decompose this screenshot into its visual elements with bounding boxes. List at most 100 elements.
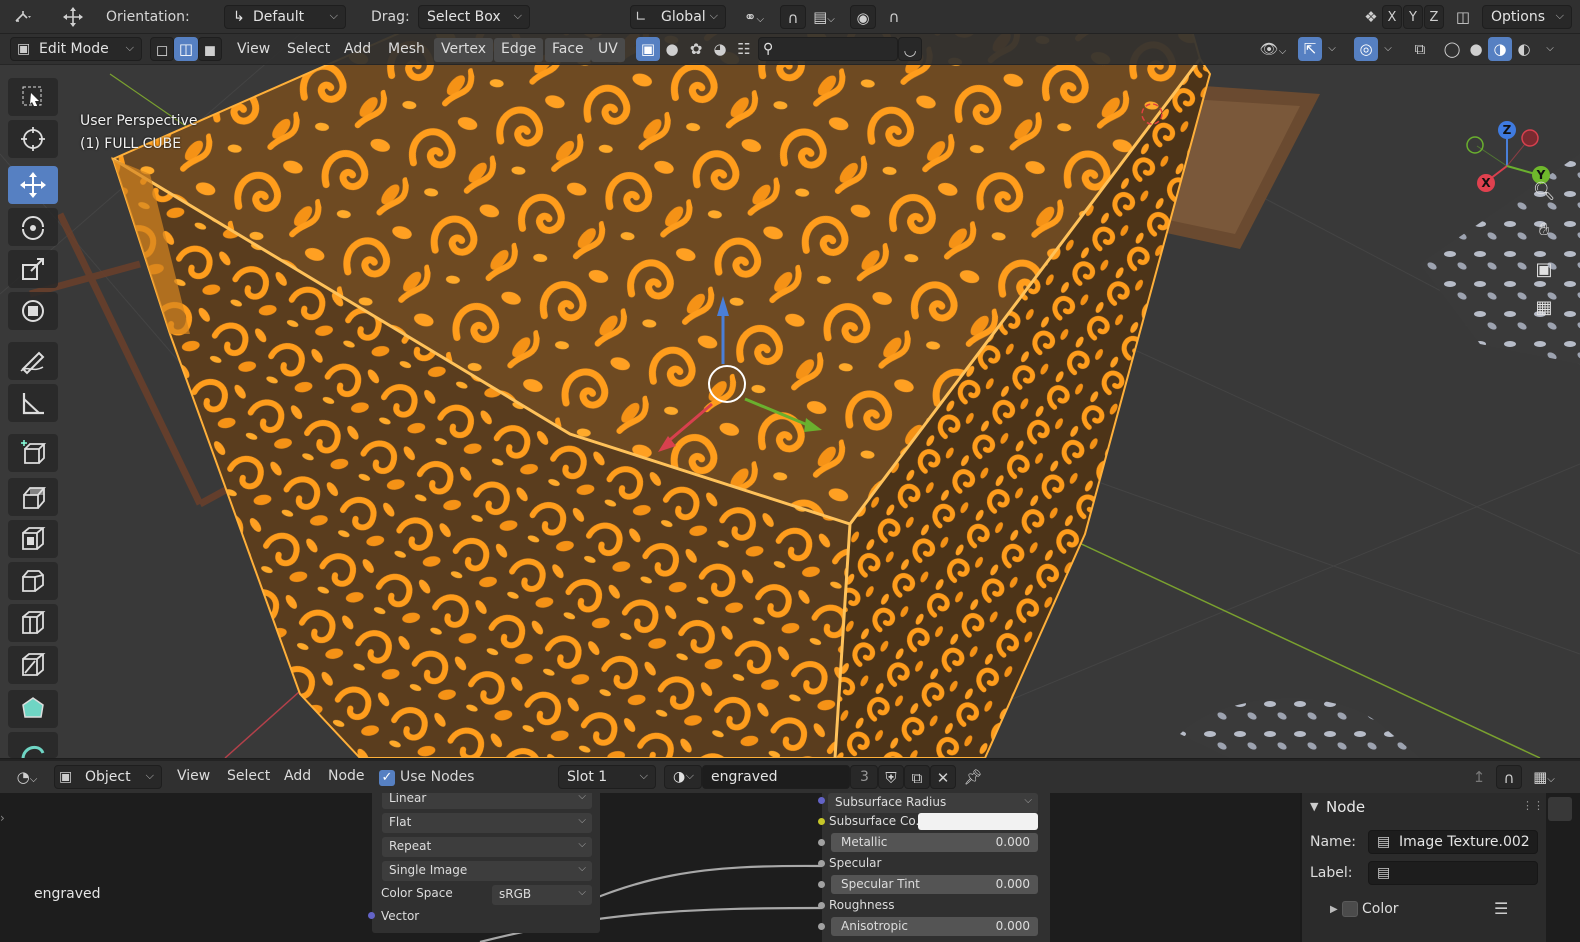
color-checkbox[interactable] bbox=[1342, 901, 1358, 917]
fake-user-shield-icon[interactable]: ⛨ bbox=[878, 765, 904, 789]
extension-dropdown[interactable]: Repeat ⌵ bbox=[382, 837, 592, 857]
zoom-icon[interactable]: 🔍︎ bbox=[1528, 176, 1560, 208]
vertex-select-icon[interactable]: ◻ bbox=[150, 37, 174, 61]
source-dropdown[interactable]: Single Image ⌵ bbox=[382, 861, 592, 881]
transform-tool[interactable] bbox=[8, 292, 58, 330]
menu-mesh[interactable]: Mesh bbox=[381, 38, 432, 62]
viewport-search-field[interactable]: ⚲ bbox=[758, 37, 898, 61]
3d-viewport[interactable]: User Perspective (1) FULL CUBE Z X Y 🔍︎ … bbox=[0, 34, 1580, 758]
chevron-down-icon[interactable]: ⌵ bbox=[1540, 37, 1560, 61]
drag-dropdown[interactable]: Select Box ⌵ bbox=[418, 5, 530, 29]
menu-select[interactable]: Select bbox=[280, 38, 337, 62]
poly-build-tool[interactable] bbox=[8, 690, 58, 728]
sidebar-arrow-icon[interactable]: › bbox=[0, 811, 5, 825]
subsurface-color-swatch[interactable] bbox=[918, 813, 1038, 830]
use-nodes-checkbox[interactable]: ✓ bbox=[379, 770, 395, 786]
move-tool[interactable] bbox=[8, 166, 58, 204]
measure-tool[interactable] bbox=[8, 384, 58, 422]
editor-type-icon[interactable]: ◔⌵ bbox=[8, 765, 46, 789]
ne-menu-add[interactable]: Add bbox=[277, 765, 318, 789]
ne-snap-icon[interactable]: ∩ bbox=[1496, 765, 1522, 789]
editor-type-icon[interactable] bbox=[10, 5, 36, 29]
texture-icon[interactable]: ✿ bbox=[684, 37, 708, 61]
spin-tool[interactable] bbox=[8, 732, 58, 758]
metallic-socket[interactable] bbox=[818, 839, 825, 846]
color-expand-icon[interactable]: ▶ bbox=[1330, 904, 1338, 915]
panel-collapse-icon[interactable]: ▼ bbox=[1310, 800, 1318, 813]
subsurface-method-dropdown[interactable]: Subsurface Radius ⌵ bbox=[828, 793, 1038, 813]
gizmo-toggle-icon[interactable]: ⇱ bbox=[1298, 37, 1322, 61]
camera-view-icon[interactable]: ▣ bbox=[1528, 254, 1560, 286]
rendered-shading-icon[interactable]: ◐ bbox=[1512, 37, 1536, 61]
xray-icon[interactable]: ⧉ bbox=[1408, 37, 1432, 61]
ne-snap-element-icon[interactable]: ▦⌵ bbox=[1526, 765, 1562, 789]
face-select-icon[interactable]: ◼ bbox=[198, 37, 222, 61]
anisotropic-socket[interactable] bbox=[818, 923, 825, 930]
shader-type-dropdown[interactable]: ▣ Object ⌵ bbox=[54, 765, 162, 789]
overlays-icon[interactable]: ◎ bbox=[1354, 37, 1378, 61]
pin-icon[interactable]: 📌︎ bbox=[960, 765, 986, 789]
snap-magnet-icon[interactable]: ∩ bbox=[780, 5, 806, 29]
material-browse-dropdown[interactable]: ◑ ⌵ bbox=[664, 765, 702, 789]
proportional-editing-icon[interactable]: ◉ bbox=[850, 5, 876, 29]
mirror-y-toggle[interactable]: Y bbox=[1403, 5, 1423, 29]
pan-hand-icon[interactable]: ✋︎ bbox=[1528, 214, 1560, 246]
move-tool-icon[interactable] bbox=[60, 5, 86, 29]
roughness-socket[interactable] bbox=[818, 902, 825, 909]
node-name-field[interactable]: ▤ Image Texture.002 bbox=[1368, 830, 1538, 854]
material-user-count[interactable]: 3 bbox=[850, 765, 878, 789]
transform-orientation-dropdown[interactable]: ∟ Global ⌵ bbox=[630, 5, 726, 29]
pivot-point-icon[interactable]: ⚭⌵ bbox=[736, 5, 772, 29]
material-name-field[interactable]: engraved bbox=[702, 765, 850, 789]
solid-shading-small-icon[interactable]: ▣ bbox=[636, 37, 660, 61]
mode-dropdown[interactable]: ▣ Edit Mode ⌵ bbox=[10, 37, 142, 61]
add-cube-tool[interactable] bbox=[8, 434, 58, 472]
menu-face[interactable]: Face bbox=[545, 38, 591, 62]
color-space-dropdown[interactable]: sRGB ⌵ bbox=[492, 885, 592, 905]
options-dropdown[interactable]: Options ⌵ bbox=[1482, 5, 1572, 29]
subsurface-color-socket[interactable] bbox=[818, 818, 825, 825]
material-preview-icon[interactable]: ◑ bbox=[1488, 37, 1512, 61]
falloff-curve-icon[interactable]: ∩ bbox=[876, 5, 912, 29]
node-editor-canvas[interactable]: engraved Linear ⌵ Flat ⌵ Repeat ⌵ Single Im… bbox=[0, 793, 1300, 942]
specular-tint-socket[interactable] bbox=[818, 881, 825, 888]
anisotropic-slider[interactable]: Anisotropic 0.000 bbox=[831, 917, 1038, 936]
filter-icon[interactable]: ◡ bbox=[898, 37, 922, 61]
edge-select-icon[interactable]: ◫ bbox=[174, 37, 198, 61]
bevel-tool[interactable] bbox=[8, 562, 58, 600]
interpolation-dropdown[interactable]: Linear ⌵ bbox=[382, 793, 592, 809]
image-texture-node[interactable]: Linear ⌵ Flat ⌵ Repeat ⌵ Single Image ⌵ Colo… bbox=[368, 793, 600, 933]
rotate-tool[interactable] bbox=[8, 208, 58, 246]
wireframe-shading-icon[interactable]: ◯ bbox=[1440, 37, 1464, 61]
menu-edge[interactable]: Edge bbox=[494, 38, 544, 62]
unlink-material-icon[interactable]: ✕ bbox=[930, 765, 956, 789]
knife-tool[interactable] bbox=[8, 646, 58, 684]
node-tree-icon[interactable]: ☷ bbox=[732, 37, 756, 61]
mirror-icon[interactable]: ❖ bbox=[1358, 5, 1384, 29]
orientation-dropdown[interactable]: ↳ Default ⌵ bbox=[224, 5, 346, 29]
slot-dropdown[interactable]: Slot 1 ⌵ bbox=[558, 765, 656, 789]
ne-menu-view[interactable]: View bbox=[170, 765, 217, 789]
material-ball-icon[interactable]: ● bbox=[660, 37, 684, 61]
projection-dropdown[interactable]: Flat ⌵ bbox=[382, 813, 592, 833]
duplicate-material-icon[interactable]: ⧉ bbox=[904, 765, 930, 789]
select-box-tool[interactable] bbox=[8, 78, 58, 116]
principled-bsdf-node[interactable]: Subsurface Radius ⌵ Subsurface Co... Meta… bbox=[818, 793, 1050, 942]
cursor-tool[interactable] bbox=[8, 120, 58, 158]
specular-tint-slider[interactable]: Specular Tint 0.000 bbox=[831, 875, 1038, 894]
menu-uv[interactable]: UV bbox=[591, 38, 625, 62]
vector-socket[interactable] bbox=[368, 912, 375, 919]
menu-view[interactable]: View bbox=[230, 38, 277, 62]
drag-grip-icon[interactable]: ⋮⋮ bbox=[1522, 799, 1544, 812]
menu-add[interactable]: Add bbox=[337, 38, 378, 62]
loop-cut-tool[interactable] bbox=[8, 604, 58, 642]
chevron-down-icon[interactable]: ⌵ bbox=[1322, 37, 1342, 61]
visibility-eye-icon[interactable]: 👁︎⌵ bbox=[1254, 37, 1292, 61]
menu-vertex[interactable]: Vertex bbox=[434, 38, 494, 62]
ortho-grid-icon[interactable]: ▦ bbox=[1528, 292, 1560, 324]
metallic-slider[interactable]: Metallic 0.000 bbox=[831, 833, 1038, 852]
scale-tool[interactable] bbox=[8, 250, 58, 288]
inset-tool[interactable] bbox=[8, 520, 58, 558]
auto-merge-icon[interactable]: ◫ bbox=[1450, 5, 1476, 29]
node-label-field[interactable]: ▤ bbox=[1368, 861, 1538, 885]
